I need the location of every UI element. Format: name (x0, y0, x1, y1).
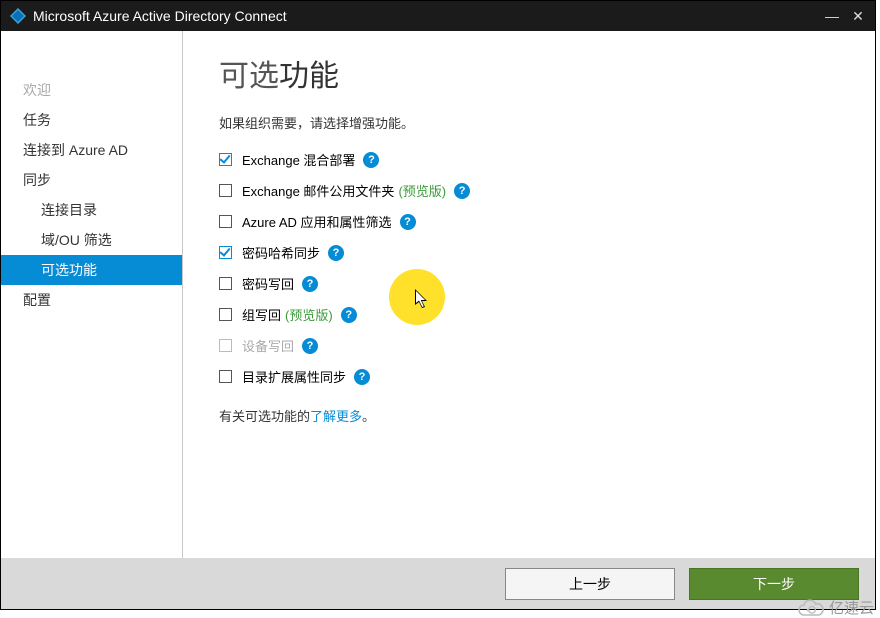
help-icon[interactable]: ? (328, 245, 344, 261)
app-window: Microsoft Azure Active Directory Connect… (0, 0, 876, 610)
sidebar-item-connect-azure-ad[interactable]: 连接到 Azure AD (1, 135, 182, 165)
sidebar-item-welcome[interactable]: 欢迎 (1, 75, 182, 105)
sidebar-item-domain-ou-filter[interactable]: 域/OU 筛选 (1, 225, 182, 255)
window-title: Microsoft Azure Active Directory Connect (33, 8, 819, 24)
help-icon[interactable]: ? (302, 338, 318, 354)
option-checkbox-6 (219, 339, 232, 352)
help-icon[interactable]: ? (354, 369, 370, 385)
azure-logo-icon (9, 7, 27, 25)
footer-bar: 上一步 下一步 (1, 558, 875, 609)
sidebar: 欢迎 任务 连接到 Azure AD 同步 连接目录 域/OU 筛选 可选功能 … (1, 31, 183, 558)
help-icon[interactable]: ? (363, 152, 379, 168)
option-label: Exchange 邮件公用文件夹 (242, 181, 394, 200)
option-checkbox-3[interactable] (219, 246, 232, 259)
help-icon[interactable]: ? (341, 307, 357, 323)
option-checkbox-2[interactable] (219, 215, 232, 228)
option-row-7: 目录扩展属性同步? (219, 367, 845, 386)
option-label: 设备写回 (242, 336, 294, 355)
help-icon[interactable]: ? (400, 214, 416, 230)
body-area: 欢迎 任务 连接到 Azure AD 同步 连接目录 域/OU 筛选 可选功能 … (1, 31, 875, 558)
sidebar-item-optional-features[interactable]: 可选功能 (1, 255, 182, 285)
minimize-button[interactable]: — (819, 8, 845, 24)
sidebar-item-connect-directory[interactable]: 连接目录 (1, 195, 182, 225)
preview-badge: (预览版) (285, 305, 333, 324)
learn-more-link[interactable]: 了解更多 (310, 409, 362, 424)
option-label: 目录扩展属性同步 (242, 367, 346, 386)
titlebar: Microsoft Azure Active Directory Connect… (1, 1, 875, 31)
watermark: 亿速云 (797, 597, 874, 618)
learn-more-text: 有关可选功能的了解更多。 (219, 406, 845, 425)
help-icon[interactable]: ? (454, 183, 470, 199)
option-label: 组写回 (242, 305, 281, 324)
next-button[interactable]: 下一步 (689, 568, 859, 600)
option-row-5: 组写回(预览版)? (219, 305, 845, 324)
prev-button[interactable]: 上一步 (505, 568, 675, 600)
option-label: Azure AD 应用和属性筛选 (242, 212, 392, 231)
main-panel: 可选功能 如果组织需要，请选择增强功能。 Exchange 混合部署?Excha… (183, 31, 875, 558)
preview-badge: (预览版) (398, 181, 446, 200)
sidebar-item-configure[interactable]: 配置 (1, 285, 182, 315)
option-row-2: Azure AD 应用和属性筛选? (219, 212, 845, 231)
option-label: 密码哈希同步 (242, 243, 320, 262)
close-button[interactable]: ✕ (845, 8, 871, 25)
option-row-4: 密码写回? (219, 274, 845, 293)
sidebar-item-sync[interactable]: 同步 (1, 165, 182, 195)
page-title: 可选功能 (219, 51, 845, 95)
option-row-3: 密码哈希同步? (219, 243, 845, 262)
options-list: Exchange 混合部署?Exchange 邮件公用文件夹(预览版)?Azur… (219, 150, 845, 386)
option-row-6: 设备写回? (219, 336, 845, 355)
cloud-icon (797, 599, 825, 617)
help-icon[interactable]: ? (302, 276, 318, 292)
option-checkbox-0[interactable] (219, 153, 232, 166)
option-row-1: Exchange 邮件公用文件夹(预览版)? (219, 181, 845, 200)
option-checkbox-1[interactable] (219, 184, 232, 197)
option-label: Exchange 混合部署 (242, 150, 355, 169)
sidebar-item-tasks[interactable]: 任务 (1, 105, 182, 135)
option-checkbox-4[interactable] (219, 277, 232, 290)
option-checkbox-7[interactable] (219, 370, 232, 383)
page-intro: 如果组织需要，请选择增强功能。 (219, 113, 845, 132)
option-row-0: Exchange 混合部署? (219, 150, 845, 169)
option-label: 密码写回 (242, 274, 294, 293)
option-checkbox-5[interactable] (219, 308, 232, 321)
